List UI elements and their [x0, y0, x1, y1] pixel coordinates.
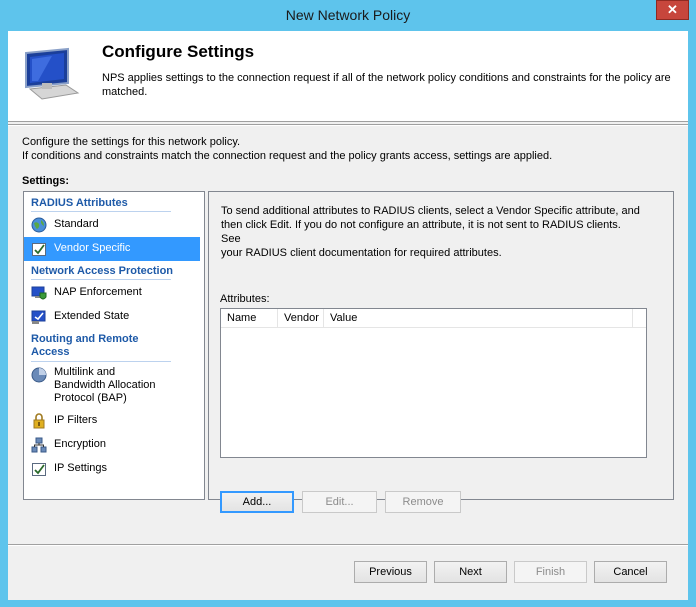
nav-item-label: Multilink and Bandwidth Allocation Proto… — [54, 366, 156, 405]
nav-item-standard[interactable]: Standard — [24, 213, 200, 237]
group-divider — [31, 211, 171, 212]
group-heading-line: Access — [31, 346, 70, 358]
checklist-icon — [32, 463, 46, 476]
nav-item-label: Encryption — [54, 438, 106, 450]
nav-item-label-line: Multilink and — [54, 366, 116, 378]
info-line: To send additional attributes to RADIUS … — [221, 205, 640, 217]
next-button[interactable]: Next — [434, 561, 507, 583]
edit-button[interactable]: Edit... — [302, 491, 377, 513]
nav-item-label: Extended State — [54, 310, 130, 322]
settings-label: Settings: — [22, 175, 70, 187]
lock-icon — [33, 413, 45, 429]
column-header-name[interactable]: Name — [221, 309, 278, 327]
nav-item-label-line: Protocol (BAP) — [54, 392, 127, 404]
nav-item-label: Vendor Specific — [54, 242, 131, 254]
settings-nav: RADIUS Attributes Standard Vendor Specif… — [23, 191, 205, 500]
intro-line: Configure the settings for this network … — [22, 136, 241, 148]
nav-item-label-line: Bandwidth Allocation — [54, 379, 156, 391]
info-line: your RADIUS client documentation for req… — [221, 247, 502, 259]
page-description-line: matched. — [102, 86, 148, 98]
previous-button[interactable]: Previous — [354, 561, 427, 583]
column-header-value[interactable]: Value — [324, 309, 633, 327]
attributes-list[interactable]: Name Vendor Value — [220, 308, 647, 458]
nav-item-multilink-bap[interactable]: Multilink and Bandwidth Allocation Proto… — [24, 363, 200, 405]
attributes-label: Attributes: — [220, 293, 270, 305]
finish-button[interactable]: Finish — [514, 561, 587, 583]
nav-item-ip-filters[interactable]: IP Filters — [24, 409, 200, 433]
group-heading-line: Routing and Remote — [31, 333, 139, 345]
page-description: NPS applies settings to the connection r… — [102, 71, 688, 99]
list-header-divider — [221, 327, 646, 328]
nav-item-vendor-specific[interactable]: Vendor Specific — [24, 237, 200, 261]
settings-content: To send additional attributes to RADIUS … — [208, 191, 674, 513]
checklist-icon — [32, 243, 46, 256]
remove-button[interactable]: Remove — [385, 491, 461, 513]
nav-item-extended-state[interactable]: Extended State — [24, 305, 200, 329]
nav-item-label: IP Filters — [54, 414, 98, 426]
dialog-window: New Network Policy ✕ Configure Settings … — [0, 0, 696, 607]
monitor-icon — [25, 47, 80, 100]
info-line: then click Edit. If you do not configure… — [221, 219, 621, 245]
header-separator — [8, 124, 688, 126]
window-title: New Network Policy — [285, 7, 411, 23]
nav-item-ip-settings[interactable]: IP Settings — [24, 457, 200, 481]
dialog-client: Configure Settings NPS applies settings … — [8, 31, 688, 600]
network-icon — [31, 437, 47, 453]
nav-item-label: NAP Enforcement — [54, 286, 142, 298]
vendor-specific-info: To send additional attributes to RADIUS … — [221, 204, 641, 260]
wizard-header: Configure Settings NPS applies settings … — [8, 31, 688, 122]
cancel-button[interactable]: Cancel — [594, 561, 667, 583]
column-header-vendor[interactable]: Vendor — [278, 309, 324, 327]
page-title: Configure Settings — [102, 42, 255, 61]
group-network-access-protection: Network Access Protection — [31, 265, 174, 277]
close-icon: ✕ — [667, 2, 678, 17]
title-bar[interactable]: New Network Policy ✕ — [0, 0, 696, 31]
nav-item-encryption[interactable]: Encryption — [24, 433, 200, 457]
intro-line: If conditions and constraints match the … — [22, 150, 553, 162]
nav-item-label: Standard — [54, 218, 99, 230]
add-button[interactable]: Add... — [220, 491, 294, 513]
close-button[interactable]: ✕ — [656, 0, 689, 20]
page-description-line: NPS applies settings to the connection r… — [102, 72, 671, 84]
multilink-icon — [31, 367, 47, 383]
group-routing-remote-access: Routing and Remote Access — [31, 333, 139, 359]
group-divider — [31, 279, 171, 280]
nav-item-label: IP Settings — [54, 462, 107, 474]
nap-shield-icon — [31, 286, 47, 300]
globe-icon — [31, 217, 47, 233]
intro-text: Configure the settings for this network … — [22, 135, 552, 163]
group-radius-attributes: RADIUS Attributes — [31, 197, 128, 209]
group-divider — [31, 361, 171, 362]
extended-state-icon — [31, 310, 46, 324]
footer-separator — [8, 544, 688, 546]
nav-item-nap-enforcement[interactable]: NAP Enforcement — [24, 281, 200, 305]
